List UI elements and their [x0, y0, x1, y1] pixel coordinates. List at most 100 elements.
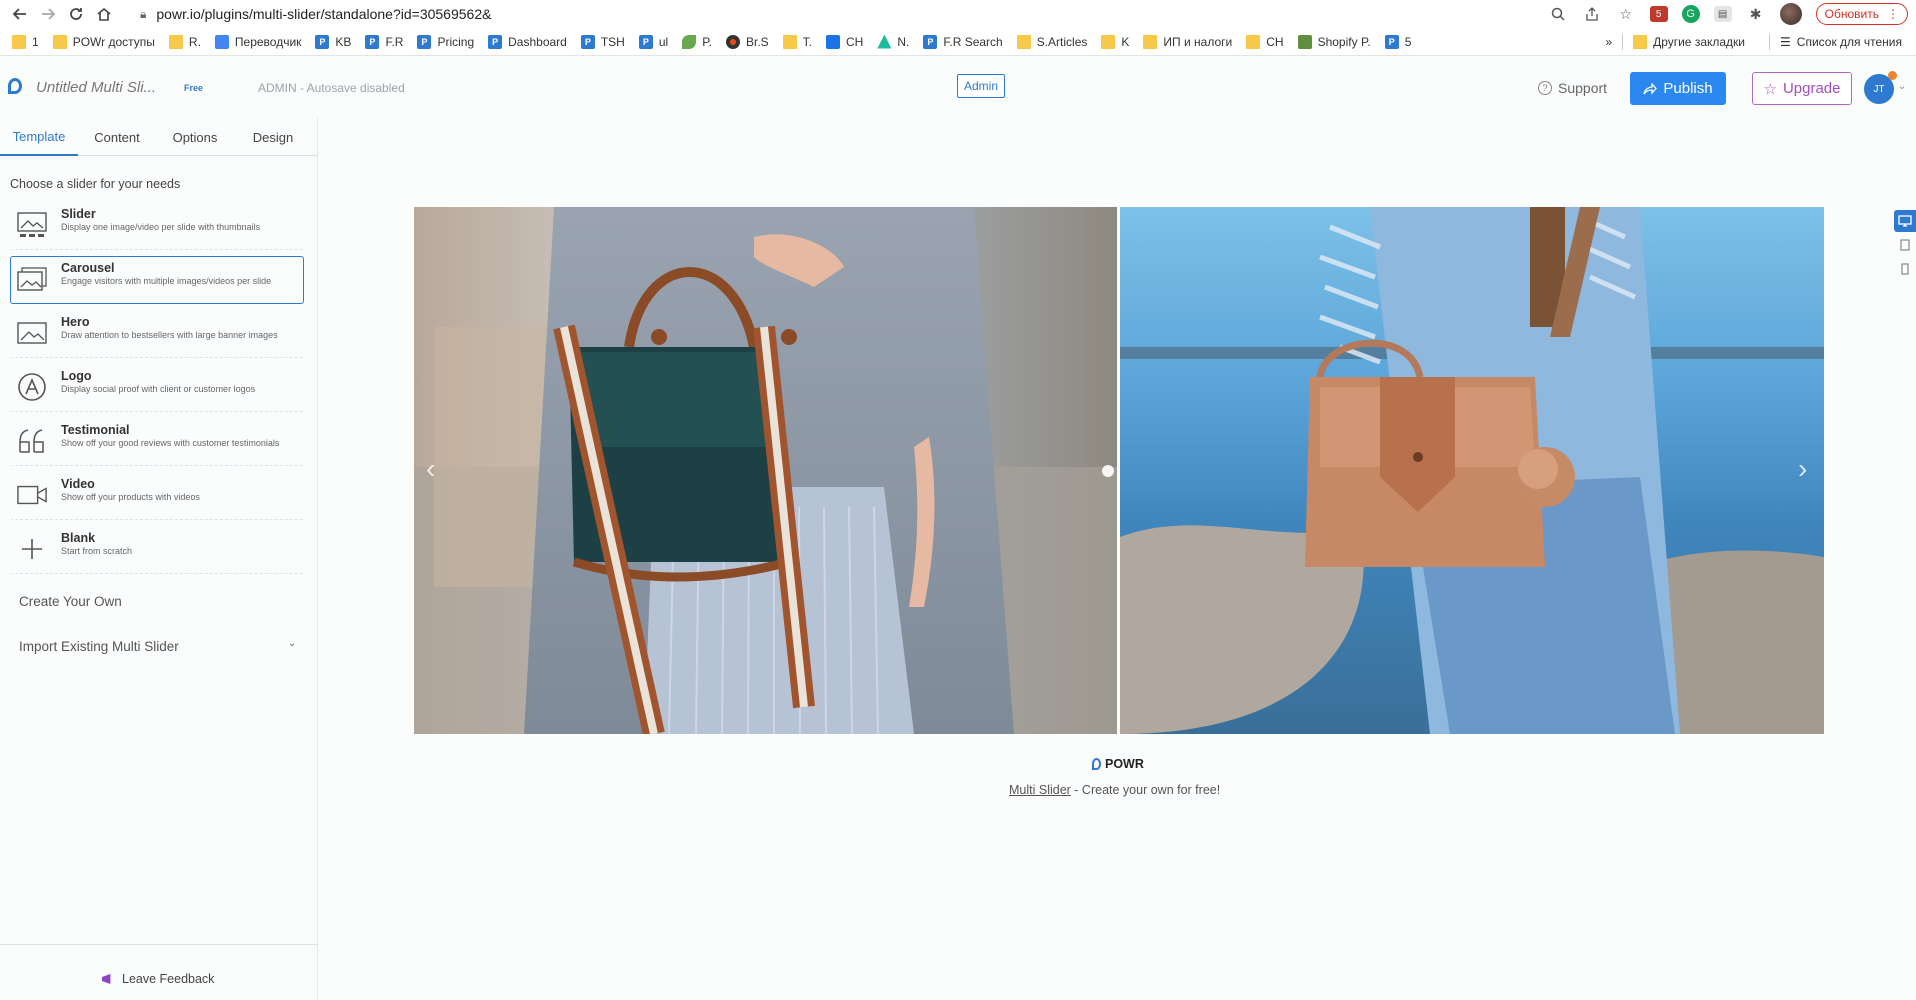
extension-badge-count: 5: [1655, 8, 1662, 20]
quote-icon: [17, 428, 47, 454]
upgrade-button[interactable]: ☆ Upgrade: [1752, 72, 1852, 105]
bookmark-item[interactable]: N.: [877, 34, 909, 49]
chevron-right-icon[interactable]: ›: [1798, 453, 1807, 485]
address-bar[interactable]: 🔒︎ powr.io/plugins/multi-slider/standalo…: [140, 6, 491, 22]
bookmark-item[interactable]: P TSH: [580, 34, 625, 49]
mobile-view-icon[interactable]: [1894, 258, 1916, 280]
bookmark-item[interactable]: P Dashboard: [488, 34, 567, 49]
star-icon[interactable]: ☆: [1616, 4, 1636, 24]
translate-icon: [214, 34, 229, 49]
share-icon[interactable]: [1582, 4, 1602, 24]
powr-icon: P: [417, 34, 432, 49]
bookmark-label: Pricing: [437, 34, 475, 49]
url-text: powr.io/plugins/multi-slider/standalone?…: [156, 6, 492, 22]
bookmark-item[interactable]: ИП и налоги: [1143, 34, 1232, 49]
bookmark-item[interactable]: P Pricing: [417, 34, 475, 49]
bookmark-item[interactable]: CH: [1246, 34, 1284, 49]
template-title: Logo: [61, 369, 92, 383]
extension-badge-icon[interactable]: 5: [1649, 6, 1668, 22]
bookmark-label: 1: [32, 34, 39, 49]
bookmark-label: 5: [1404, 34, 1412, 49]
bookmark-item[interactable]: 1: [12, 34, 39, 49]
forward-icon[interactable]: [34, 0, 62, 28]
bookmark-item[interactable]: P.: [682, 34, 712, 49]
bookmark-label: KB: [335, 34, 352, 49]
desktop-view-icon[interactable]: [1894, 210, 1916, 232]
template-slider[interactable]: Slider Display one image/video per slide…: [10, 202, 304, 250]
chevron-down-icon[interactable]: ⌄: [288, 638, 296, 649]
bookmark-item[interactable]: R.: [168, 34, 201, 49]
divider: [1769, 34, 1771, 50]
reading-list-icon: ☰: [1780, 35, 1791, 49]
carousel-dot[interactable]: [1102, 465, 1114, 477]
share-arrow-icon: [1643, 82, 1658, 95]
folder-icon: [1143, 34, 1158, 49]
tab-content[interactable]: Content: [78, 118, 156, 156]
update-button[interactable]: Обновить ⋮: [1815, 3, 1908, 25]
other-bookmarks-folder[interactable]: Другие закладки: [1633, 35, 1745, 49]
template-carousel[interactable]: Carousel Engage visitors with multiple i…: [10, 256, 304, 304]
logo-icon: [17, 373, 47, 401]
tab-options[interactable]: Options: [156, 118, 234, 156]
app-header: Untitled Multi Sli... Free ADMIN - Autos…: [0, 56, 1916, 118]
chevron-left-icon[interactable]: ‹: [426, 453, 435, 485]
template-desc: Display one image/video per slide with t…: [61, 222, 261, 232]
bookmark-item[interactable]: Pul: [638, 34, 668, 49]
bookmark-label: Другие закладки: [1653, 35, 1746, 49]
bookmark-label: T.: [802, 34, 813, 49]
support-link[interactable]: ? Support: [1538, 80, 1607, 96]
extension-icon[interactable]: ▤: [1713, 6, 1732, 22]
bookmark-item[interactable]: K: [1101, 34, 1129, 49]
template-video[interactable]: Video Show off your products with videos: [10, 472, 304, 520]
tab-template[interactable]: Template: [0, 118, 78, 156]
reading-list[interactable]: ☰ Список для чтения: [1780, 35, 1902, 49]
bookmark-item[interactable]: Shopify P.: [1297, 34, 1371, 49]
bookmark-item[interactable]: T.: [782, 34, 813, 49]
carousel-slide[interactable]: [414, 207, 1117, 734]
bookmark-item[interactable]: POWr доступы: [52, 34, 155, 49]
create-own-link[interactable]: Create Your Own: [19, 594, 122, 609]
bookmark-item[interactable]: Br.S: [725, 34, 769, 49]
template-testimonial[interactable]: Testimonial Show off your good reviews w…: [10, 418, 304, 466]
bookmarks-overflow-icon[interactable]: »: [1605, 35, 1612, 49]
powr-logo-icon[interactable]: [8, 78, 22, 94]
profile-avatar[interactable]: [1779, 3, 1802, 25]
puzzle-icon[interactable]: ✱: [1746, 4, 1766, 24]
br-icon: [725, 34, 740, 49]
chevron-down-icon[interactable]: ⌄: [1898, 81, 1906, 92]
template-hero[interactable]: Hero Draw attention to bestsellers with …: [10, 310, 304, 358]
reload-icon[interactable]: [62, 0, 90, 28]
bookmark-item[interactable]: CH: [826, 34, 864, 49]
back-icon[interactable]: [6, 0, 34, 28]
bookmark-item[interactable]: S.Articles: [1016, 34, 1087, 49]
import-link[interactable]: Import Existing Multi Slider: [19, 639, 179, 654]
template-blank[interactable]: Blank Start from scratch: [10, 526, 304, 574]
admin-button[interactable]: Admin: [957, 74, 1006, 98]
grammarly-icon[interactable]: G: [1681, 5, 1700, 23]
device-preview-rail: [1894, 210, 1916, 282]
leave-feedback-link[interactable]: Leave Feedback: [102, 972, 214, 986]
app-title[interactable]: Untitled Multi Sli...: [36, 79, 156, 96]
powr-brand[interactable]: POWR: [1092, 757, 1144, 771]
bookmark-item[interactable]: P F.R: [365, 34, 403, 49]
template-title: Testimonial: [61, 423, 130, 437]
bookmark-label: POWr доступы: [72, 34, 155, 49]
video-icon: [17, 482, 47, 508]
tab-design[interactable]: Design: [234, 118, 312, 156]
template-title: Slider: [61, 207, 96, 221]
bookmark-item[interactable]: P5: [1384, 34, 1412, 49]
template-logo[interactable]: Logo Display social proof with client or…: [10, 364, 304, 412]
carousel-slide[interactable]: [1120, 207, 1824, 734]
bookmark-label: CH: [846, 34, 864, 49]
slide-image-tan-bag: [1120, 207, 1824, 734]
home-icon[interactable]: [90, 0, 118, 28]
publish-button[interactable]: Publish: [1630, 72, 1726, 105]
bookmark-item[interactable]: Переводчик: [214, 34, 301, 49]
update-label: Обновить: [1824, 7, 1879, 21]
tablet-view-icon[interactable]: [1894, 234, 1916, 256]
zoom-icon[interactable]: [1548, 4, 1568, 24]
bookmark-item[interactable]: P KB: [315, 34, 352, 49]
bookmark-item[interactable]: P F.R Search: [923, 34, 1003, 49]
multi-slider-link[interactable]: Multi Slider: [1009, 783, 1071, 797]
bookmark-label: P.: [702, 34, 712, 49]
